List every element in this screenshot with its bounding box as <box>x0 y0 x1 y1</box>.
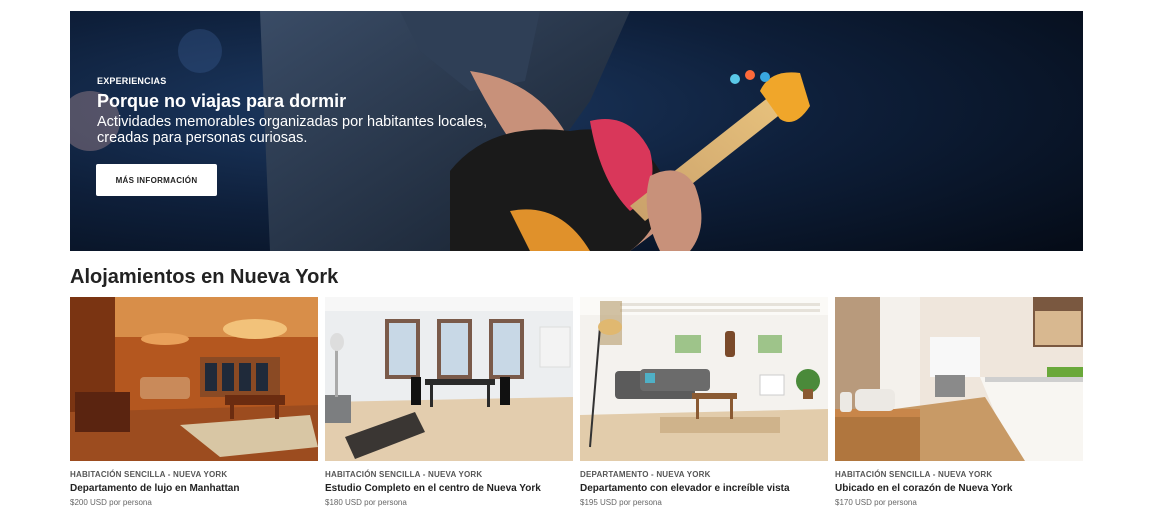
listing-card[interactable]: HABITACIÓN SENCILLA - NUEVA YORK Ubicado… <box>835 297 1083 507</box>
listing-price: $200 USD por persona <box>70 498 152 507</box>
listing-card[interactable]: DEPARTAMENTO - NUEVA YORK Departamento c… <box>580 297 828 507</box>
listing-image <box>835 297 1083 461</box>
hero-text: EXPERIENCIAS Porque no viajas para dormi… <box>97 76 537 146</box>
listing-price: $180 USD por persona <box>325 498 407 507</box>
listing-price: $195 USD por persona <box>580 498 662 507</box>
listing-price: $170 USD por persona <box>835 498 917 507</box>
listing-image <box>580 297 828 461</box>
listing-category: HABITACIÓN SENCILLA - NUEVA YORK <box>325 470 483 479</box>
hero-title: Porque no viajas para dormir <box>97 91 347 111</box>
listing-category: DEPARTAMENTO - NUEVA YORK <box>580 470 711 479</box>
listing-category: HABITACIÓN SENCILLA - NUEVA YORK <box>70 470 228 479</box>
listing-title: Departamento de lujo en Manhattan <box>70 483 240 494</box>
listing-card[interactable]: HABITACIÓN SENCILLA - NUEVA YORK Departa… <box>70 297 318 507</box>
listings-grid: HABITACIÓN SENCILLA - NUEVA YORK Departa… <box>70 297 1083 523</box>
listing-title: Departamento con elevador e increíble vi… <box>580 483 790 494</box>
listing-card[interactable]: HABITACIÓN SENCILLA - NUEVA YORK Estudio… <box>325 297 573 507</box>
more-info-button[interactable]: MÁS INFORMACIÓN <box>96 164 217 196</box>
hero-kicker: EXPERIENCIAS <box>97 76 167 86</box>
hero-banner: EXPERIENCIAS Porque no viajas para dormi… <box>70 11 1083 251</box>
listing-image <box>70 297 318 461</box>
listing-image <box>325 297 573 461</box>
listing-title: Estudio Completo en el centro de Nueva Y… <box>325 483 541 494</box>
listing-category: HABITACIÓN SENCILLA - NUEVA YORK <box>835 470 993 479</box>
listing-title: Ubicado en el corazón de Nueva York <box>835 483 1013 494</box>
hero-subtitle: Actividades memorables organizadas por h… <box>97 114 488 146</box>
section-title: Alojamientos en Nueva York <box>70 266 339 288</box>
